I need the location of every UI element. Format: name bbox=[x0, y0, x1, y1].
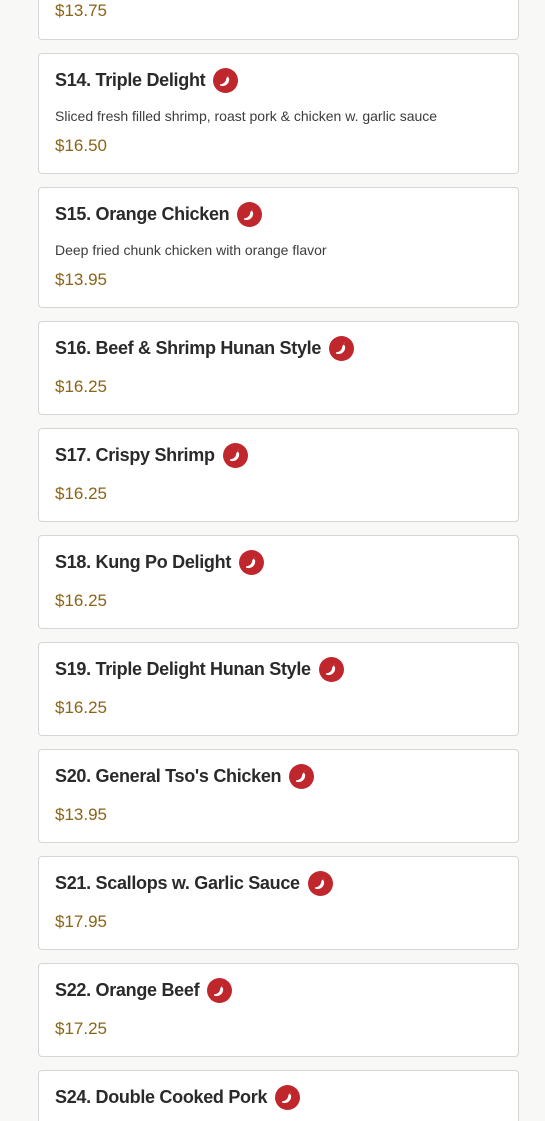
item-price: $13.75 bbox=[55, 1, 107, 20]
item-price: $16.50 bbox=[55, 136, 107, 155]
menu-item-card[interactable]: S19. Triple Delight Hunan Style $16.25 bbox=[38, 642, 519, 736]
menu-item-card[interactable]: S24. Double Cooked Pork bbox=[38, 1070, 519, 1121]
item-name: S18. Kung Po Delight bbox=[55, 552, 232, 572]
menu-item-card[interactable]: S22. Orange Beef $17.25 bbox=[38, 963, 519, 1057]
item-name: S19. Triple Delight Hunan Style bbox=[55, 659, 311, 679]
item-title-row: S22. Orange Beef bbox=[55, 978, 233, 1003]
menu-list: $13.75 S14. Triple Delight Sliced fresh … bbox=[0, 0, 545, 1121]
item-name: S17. Crispy Shrimp bbox=[55, 445, 215, 465]
item-title-row: S21. Scallops w. Garlic Sauce bbox=[55, 871, 333, 896]
item-name: S15. Orange Chicken bbox=[55, 204, 230, 224]
chili-pepper-icon bbox=[318, 657, 344, 682]
chili-pepper-icon bbox=[307, 871, 333, 896]
chili-pepper-icon bbox=[239, 550, 265, 575]
item-title-row: S19. Triple Delight Hunan Style bbox=[55, 657, 344, 682]
item-name: S21. Scallops w. Garlic Sauce bbox=[55, 873, 300, 893]
item-price: $13.95 bbox=[55, 805, 107, 824]
item-title-row: S17. Crispy Shrimp bbox=[55, 443, 248, 468]
menu-item-card[interactable]: S20. General Tso's Chicken $13.95 bbox=[38, 749, 519, 843]
chili-pepper-icon bbox=[329, 336, 355, 361]
menu-item-card[interactable]: S16. Beef & Shrimp Hunan Style $16.25 bbox=[38, 321, 519, 415]
item-title-row: S16. Beef & Shrimp Hunan Style bbox=[55, 336, 355, 361]
item-title-row: S24. Double Cooked Pork bbox=[55, 1085, 301, 1110]
item-name: S20. General Tso's Chicken bbox=[55, 766, 282, 786]
item-price: $16.25 bbox=[55, 698, 107, 717]
item-title-row: S20. General Tso's Chicken bbox=[55, 764, 315, 789]
chili-pepper-icon bbox=[275, 1085, 301, 1110]
item-name: S22. Orange Beef bbox=[55, 980, 200, 1000]
item-price: $16.25 bbox=[55, 484, 107, 503]
chili-pepper-icon bbox=[237, 202, 263, 227]
item-title-row: S14. Triple Delight bbox=[55, 68, 239, 93]
item-description: Deep fried chunk chicken with orange fla… bbox=[55, 242, 327, 258]
menu-item-card[interactable]: S21. Scallops w. Garlic Sauce $17.95 bbox=[38, 856, 519, 950]
item-name: S16. Beef & Shrimp Hunan Style bbox=[55, 338, 322, 358]
item-name: S14. Triple Delight bbox=[55, 70, 206, 90]
item-title-row: S15. Orange Chicken bbox=[55, 202, 263, 227]
chili-pepper-icon bbox=[213, 68, 239, 93]
item-price: $13.95 bbox=[55, 270, 107, 289]
item-price: $17.25 bbox=[55, 1019, 107, 1038]
menu-item-card[interactable]: S17. Crispy Shrimp $16.25 bbox=[38, 428, 519, 522]
item-price: $17.95 bbox=[55, 912, 107, 931]
item-name: S24. Double Cooked Pork bbox=[55, 1087, 268, 1107]
item-description: Sliced fresh filled shrimp, roast pork &… bbox=[55, 108, 438, 124]
menu-item-card[interactable]: S15. Orange Chicken Deep fried chunk chi… bbox=[38, 187, 519, 308]
item-title-row: S18. Kung Po Delight bbox=[55, 550, 265, 575]
item-price: $16.25 bbox=[55, 591, 107, 610]
chili-pepper-icon bbox=[289, 764, 315, 789]
menu-item-card[interactable]: $13.75 bbox=[38, 0, 519, 40]
item-price: $16.25 bbox=[55, 377, 107, 396]
chili-pepper-icon bbox=[222, 443, 248, 468]
menu-item-card[interactable]: S14. Triple Delight Sliced fresh filled … bbox=[38, 53, 519, 174]
menu-item-card[interactable]: S18. Kung Po Delight $16.25 bbox=[38, 535, 519, 629]
chili-pepper-icon bbox=[207, 978, 233, 1003]
